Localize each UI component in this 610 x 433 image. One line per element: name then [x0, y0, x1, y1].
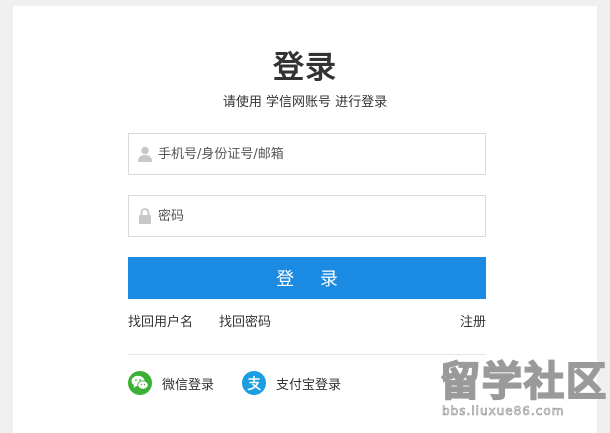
username-input[interactable] — [158, 134, 485, 174]
wechat-login-link[interactable]: 微信登录 — [128, 371, 214, 395]
lock-icon — [138, 208, 152, 224]
watermark-url: bbs.liuxue86.com — [442, 404, 565, 419]
forgot-password-link[interactable]: 找回密码 — [219, 314, 271, 332]
watermark: 留学社区 bbs.liuxue86.com — [439, 358, 608, 430]
alipay-icon — [242, 371, 266, 395]
register-link[interactable]: 注册 — [460, 314, 486, 332]
alipay-login-label: 支付宝登录 — [276, 377, 342, 393]
username-field[interactable] — [128, 133, 486, 175]
login-button[interactable]: 登 录 — [128, 257, 486, 299]
user-icon — [138, 146, 152, 162]
divider — [128, 354, 486, 355]
login-subtitle: 请使用 学信网账号 进行登录 — [222, 95, 388, 110]
watermark-logo: 留学社区 — [439, 358, 608, 406]
alipay-login-link[interactable]: 支付宝登录 — [242, 371, 341, 395]
password-field[interactable] — [128, 195, 486, 237]
wechat-icon — [128, 371, 152, 395]
wechat-login-label: 微信登录 — [162, 377, 215, 393]
forgot-username-link[interactable]: 找回用户名 — [128, 314, 193, 332]
password-input[interactable] — [158, 196, 485, 236]
page-title: 登录 — [273, 50, 337, 86]
